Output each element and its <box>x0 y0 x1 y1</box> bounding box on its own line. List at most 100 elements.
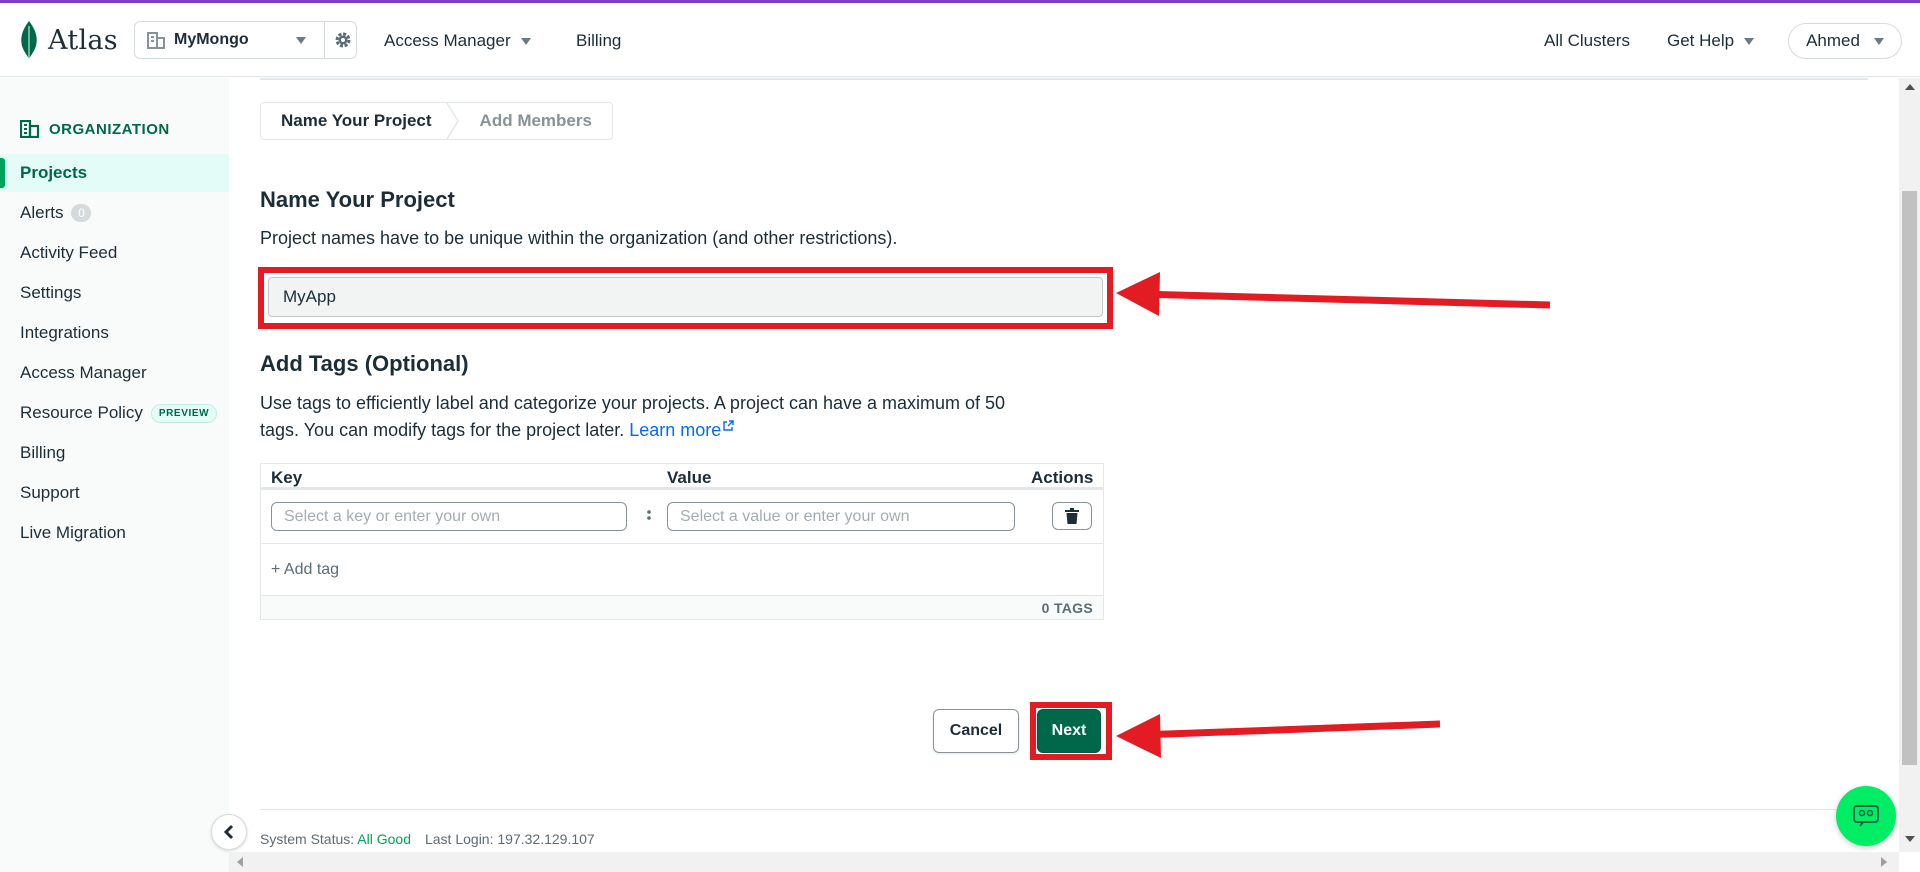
system-status: System Status: All Good <box>260 831 411 847</box>
sidebar-item-activity-feed[interactable]: Activity Feed <box>0 234 229 272</box>
sidebar-item-label: Resource Policy <box>20 403 143 422</box>
kebab-icon <box>647 510 651 520</box>
chevron-down-icon <box>1873 37 1884 45</box>
alerts-count-badge: 0 <box>71 204 92 222</box>
chevron-left-icon <box>223 824 234 840</box>
project-name-value: MyApp <box>283 287 336 306</box>
tags-description-line2: tags. You can modify tags for the projec… <box>260 417 734 444</box>
next-button[interactable]: Next <box>1037 709 1101 753</box>
step-add-members[interactable]: Add Members <box>452 103 612 139</box>
tag-key-placeholder: Select a key or enter your own <box>284 507 501 525</box>
step-name-your-project[interactable]: Name Your Project <box>261 103 452 139</box>
sidebar-item-projects[interactable]: Projects <box>0 154 229 192</box>
chevron-down-icon <box>520 37 531 45</box>
sidebar-item-billing[interactable]: Billing <box>0 434 229 472</box>
tag-key-input[interactable]: Select a key or enter your own <box>271 502 627 531</box>
page-footer: System Status: All Good Last Login: 197.… <box>260 831 595 847</box>
tags-table-footer: 0 TAGS <box>261 595 1103 619</box>
scroll-down-arrow[interactable] <box>1905 836 1915 842</box>
user-menu-button[interactable]: Ahmed <box>1788 23 1902 59</box>
preview-badge: PREVIEW <box>150 403 218 423</box>
sidebar-item-label: Access Manager <box>20 363 147 382</box>
sidebar-item-label: Integrations <box>20 323 109 342</box>
sidebar-header: ORGANIZATION <box>20 120 170 138</box>
sidebar-item-integrations[interactable]: Integrations <box>0 314 229 352</box>
system-status-value[interactable]: All Good <box>357 831 411 847</box>
section-title-name: Name Your Project <box>260 187 455 212</box>
tags-table-header: Key Value Actions <box>261 464 1103 490</box>
sidebar-item-live-migration[interactable]: Live Migration <box>0 514 229 552</box>
building-icon <box>147 32 165 49</box>
project-name-input[interactable]: MyApp <box>268 277 1103 317</box>
collapse-sidebar-button[interactable] <box>211 814 247 850</box>
learn-more-label: Learn more <box>629 420 722 440</box>
scroll-left-arrow[interactable] <box>237 857 243 867</box>
sidebar: ORGANIZATION Projects Alerts 0 Activity … <box>0 78 229 872</box>
gear-icon[interactable] <box>333 30 353 50</box>
sidebar-header-label: ORGANIZATION <box>49 120 170 138</box>
system-status-label: System Status: <box>260 831 355 847</box>
tag-value-placeholder: Select a value or enter your own <box>680 507 910 525</box>
tags-description-text: tags. You can modify tags for the projec… <box>260 420 625 440</box>
nav-access-manager[interactable]: Access Manager <box>384 31 531 51</box>
delete-tag-button[interactable] <box>1052 502 1092 530</box>
atlas-logo[interactable]: Atlas <box>18 19 118 61</box>
leaf-icon <box>21 21 37 59</box>
nav-get-help[interactable]: Get Help <box>1667 31 1755 51</box>
learn-more-link[interactable]: Learn more <box>629 420 734 440</box>
user-name: Ahmed <box>1806 31 1860 50</box>
add-tag-link[interactable]: + Add tag <box>271 561 339 579</box>
top-navigation: Atlas MyMongo Access Manager Billing All… <box>0 3 1920 77</box>
step-label: Name Your Project <box>281 111 432 130</box>
tag-count: 0 TAGS <box>1041 600 1093 616</box>
sidebar-item-settings[interactable]: Settings <box>0 274 229 312</box>
sidebar-item-label: Support <box>20 483 80 502</box>
organization-selector[interactable]: MyMongo <box>134 21 357 59</box>
divider <box>260 78 1868 80</box>
scrollbar-thumb[interactable] <box>1902 191 1917 765</box>
horizontal-scrollbar[interactable] <box>229 852 1899 872</box>
tag-value-input[interactable]: Select a value or enter your own <box>667 502 1015 531</box>
chat-support-button[interactable] <box>1836 786 1896 846</box>
building-icon <box>20 120 40 138</box>
nav-billing-label: Billing <box>576 31 622 50</box>
last-login: Last Login: 197.32.129.107 <box>424 831 595 847</box>
logo-text: Atlas <box>48 24 118 56</box>
wizard-steps: Name Your Project Add Members <box>260 102 613 140</box>
sidebar-item-label: Activity Feed <box>20 243 118 262</box>
tags-table: Key Value Actions Select a key or enter … <box>260 463 1104 620</box>
sidebar-item-resource-policy[interactable]: Resource Policy PREVIEW <box>0 394 229 432</box>
external-link-icon <box>723 420 734 431</box>
vertical-scrollbar[interactable] <box>1899 78 1920 852</box>
nav-all-clusters[interactable]: All Clusters <box>1544 31 1630 51</box>
nav-get-help-label: Get Help <box>1667 31 1735 50</box>
step-label: Add Members <box>479 111 592 130</box>
column-actions: Actions <box>1031 468 1094 487</box>
chat-icon <box>1853 805 1879 827</box>
main-content: Name Your Project Add Members Name Your … <box>229 78 1899 852</box>
chevron-down-icon <box>296 37 306 44</box>
trash-icon <box>1065 508 1079 524</box>
column-value: Value <box>667 468 712 487</box>
table-row: Select a key or enter your own Select a … <box>261 493 1103 544</box>
tags-description-line1: Use tags to efficiently label and catego… <box>260 393 1006 413</box>
organization-name: MyMongo <box>174 31 249 48</box>
scroll-up-arrow[interactable] <box>1905 84 1915 90</box>
sidebar-item-support[interactable]: Support <box>0 474 229 512</box>
sidebar-item-label: Billing <box>20 443 66 462</box>
section-title-tags: Add Tags (Optional) <box>260 351 469 376</box>
nav-all-clusters-label: All Clusters <box>1544 31 1630 50</box>
sidebar-item-alerts[interactable]: Alerts 0 <box>0 194 229 232</box>
column-key: Key <box>271 468 303 487</box>
cancel-button[interactable]: Cancel <box>933 709 1019 753</box>
divider <box>324 22 325 58</box>
name-description: Project names have to be unique within t… <box>260 228 898 248</box>
nav-billing[interactable]: Billing <box>576 31 621 51</box>
sidebar-item-label: Alerts <box>20 203 64 222</box>
divider <box>260 809 1868 810</box>
scroll-right-arrow[interactable] <box>1881 857 1887 867</box>
sidebar-item-access-manager[interactable]: Access Manager <box>0 354 229 392</box>
sidebar-item-label: Projects <box>20 163 88 182</box>
nav-access-manager-label: Access Manager <box>384 31 511 50</box>
sidebar-item-label: Settings <box>20 283 82 302</box>
